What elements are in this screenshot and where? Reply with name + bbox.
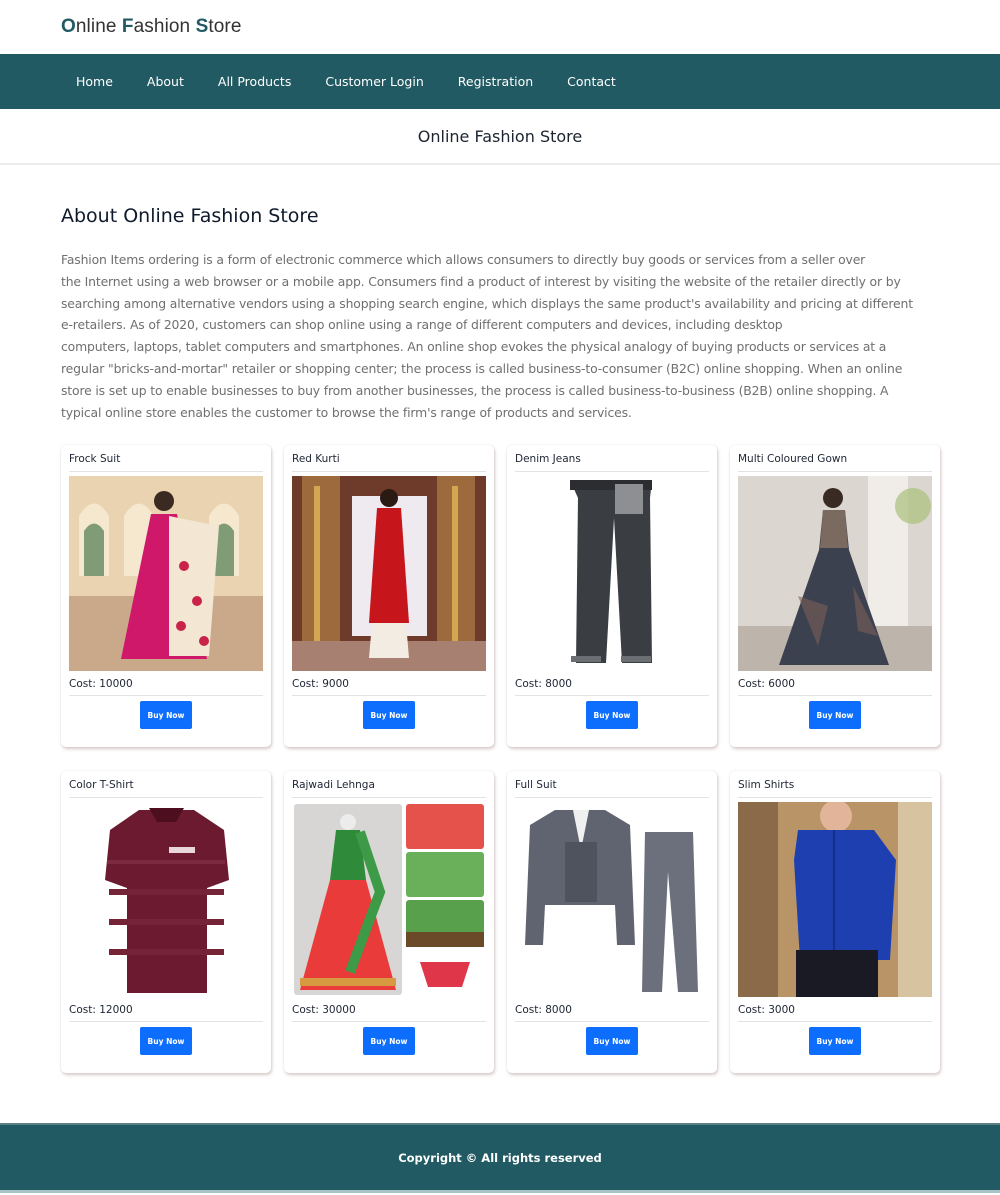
product-card: Color T-Shirt Cost: 12000 Buy Now — [61, 771, 271, 1074]
buy-now-button[interactable]: Buy Now — [363, 701, 415, 730]
nav-contact[interactable]: Contact — [567, 74, 616, 89]
frock-suit-image[interactable] — [69, 476, 263, 672]
product-name: Denim Jeans — [515, 453, 709, 473]
red-kurti-image[interactable] — [292, 476, 486, 672]
about-line: computers, laptops, tablet computers and… — [61, 339, 887, 355]
buy-now-button[interactable]: Buy Now — [140, 1027, 192, 1056]
product-cost: Cost: 9000 — [292, 678, 486, 697]
brand-text: ashion — [133, 16, 196, 37]
brand-letter: F — [121, 16, 134, 37]
product-name: Color T-Shirt — [69, 779, 263, 799]
page-title-bar: Online Fashion Store — [0, 109, 1000, 165]
main-nav: Home About All Products Customer Login R… — [0, 54, 1000, 109]
lehnga-image[interactable] — [292, 802, 486, 998]
product-card: Red Kurti Cost: 9000 Buy Now — [284, 445, 494, 748]
buy-now-button[interactable]: Buy Now — [809, 1027, 861, 1056]
nav-about[interactable]: About — [147, 74, 184, 89]
nav-home[interactable]: Home — [76, 74, 113, 89]
product-card: Denim Jeans Cost: 8000 Buy Now — [507, 445, 717, 748]
product-cost: Cost: 3000 — [738, 1004, 932, 1023]
about-line: e-retailers. As of 2020, customers can s… — [61, 317, 783, 333]
buy-now-button[interactable]: Buy Now — [363, 1027, 415, 1056]
tshirt-image[interactable] — [69, 802, 263, 998]
product-card: Full Suit Cost: 8000 Buy Now — [507, 771, 717, 1074]
product-name: Slim Shirts — [738, 779, 932, 799]
about-line: Fashion Items ordering is a form of elec… — [61, 252, 866, 267]
buy-now-button[interactable]: Buy Now — [809, 701, 861, 730]
product-cost: Cost: 6000 — [738, 678, 932, 697]
about-heading: About Online Fashion Store — [61, 205, 319, 227]
copyright-text: Copyright © All rights reserved — [398, 1150, 602, 1165]
denim-jeans-image[interactable] — [515, 476, 709, 672]
about-line: typical online store enables the custome… — [61, 404, 632, 420]
product-card: Multi Coloured Gown Cost: 6000 Buy Now — [730, 445, 940, 748]
product-cost: Cost: 12000 — [69, 1004, 263, 1023]
product-card: Slim Shirts Cost: 3000 Buy Now — [730, 771, 940, 1074]
product-cost: Cost: 30000 — [292, 1004, 486, 1023]
product-cost: Cost: 8000 — [515, 1004, 709, 1023]
gown-image[interactable] — [738, 476, 932, 672]
main-content: About Online Fashion Store Fashion Items… — [0, 165, 1000, 1074]
brand-text: nline — [75, 16, 122, 37]
nav-customer-login[interactable]: Customer Login — [325, 74, 423, 89]
site-footer: Copyright © All rights reserved — [0, 1123, 1000, 1194]
product-cost: Cost: 8000 — [515, 678, 709, 697]
brand-text: tore — [208, 16, 242, 37]
brand-logo[interactable]: Online Fashion Store — [61, 16, 242, 38]
about-line: searching among alternative vendors usin… — [61, 295, 913, 311]
top-header: Online Fashion Store — [0, 0, 1000, 54]
nav-registration[interactable]: Registration — [458, 74, 533, 89]
product-grid: Frock Suit Cost: 10000 Buy Now Red Kurti — [61, 445, 940, 1074]
about-line: regular "bricks-and-mortar" retailer or … — [61, 360, 903, 376]
page-title: Online Fashion Store — [417, 126, 583, 146]
product-name: Red Kurti — [292, 453, 486, 473]
full-suit-image[interactable] — [515, 802, 709, 998]
brand-letter: O — [61, 16, 76, 37]
product-card: Rajwadi Lehnga Cost: 30000 Buy Now — [284, 771, 494, 1074]
product-name: Frock Suit — [69, 453, 263, 473]
about-line: store is set up to enable businesses to … — [61, 382, 889, 398]
product-name: Multi Coloured Gown — [738, 453, 932, 473]
about-line: the Internet using a web browser or a mo… — [61, 273, 901, 289]
buy-now-button[interactable]: Buy Now — [140, 701, 192, 730]
product-cost: Cost: 10000 — [69, 678, 263, 697]
product-card: Frock Suit Cost: 10000 Buy Now — [61, 445, 271, 748]
nav-all-products[interactable]: All Products — [218, 74, 291, 89]
product-name: Rajwadi Lehnga — [292, 779, 486, 799]
brand-letter: S — [195, 16, 209, 37]
slim-shirt-image[interactable] — [738, 802, 932, 998]
buy-now-button[interactable]: Buy Now — [586, 1027, 638, 1056]
about-paragraph: Fashion Items ordering is a form of elec… — [61, 249, 939, 423]
product-name: Full Suit — [515, 779, 709, 799]
buy-now-button[interactable]: Buy Now — [586, 701, 638, 730]
